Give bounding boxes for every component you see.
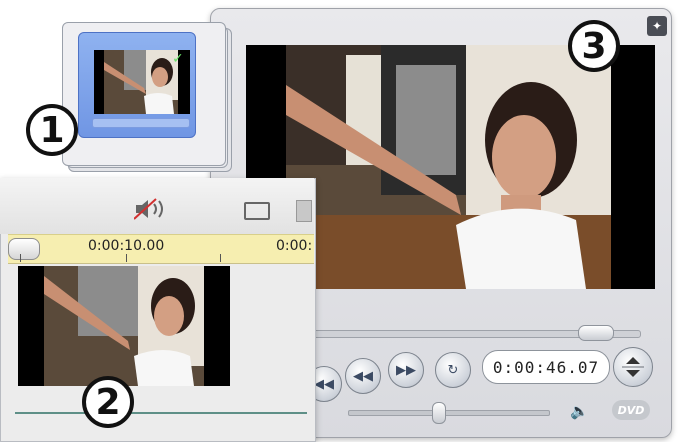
go-to-start-icon: ◀◀ xyxy=(314,376,334,392)
callout-3: 3 xyxy=(568,20,620,72)
loop-icon: ↻ xyxy=(447,362,459,378)
timeline-clip-image xyxy=(44,266,204,386)
split-clip-icon[interactable] xyxy=(244,202,270,220)
speaker-icon[interactable]: 🔈 xyxy=(570,402,589,420)
callout-2: 2 xyxy=(82,376,134,428)
checkmark-icon: ✓ xyxy=(172,51,184,67)
volume-slider-handle[interactable] xyxy=(432,402,446,424)
playhead-handle[interactable] xyxy=(8,238,40,260)
ruler-tick xyxy=(126,254,127,262)
dvd-button[interactable]: DVD xyxy=(612,400,650,420)
ruler-label-10s: 0:00:10.00 xyxy=(88,238,165,254)
rewind-button[interactable]: ◀◀ xyxy=(345,358,381,394)
timecode-spinner[interactable] xyxy=(613,347,653,387)
ruler-label-next: 0:00: xyxy=(276,238,313,254)
scrubber-handle[interactable] xyxy=(578,325,614,341)
volume-slider-track[interactable] xyxy=(348,410,550,416)
speaker-muted-icon[interactable] xyxy=(133,197,174,221)
timecode-display[interactable]: 0:00:46.07 xyxy=(482,350,610,384)
fast-forward-icon: ▶▶ xyxy=(396,362,416,378)
timeline-track-line xyxy=(15,412,307,414)
rewind-icon: ◀◀ xyxy=(353,368,373,384)
ruler-tick xyxy=(20,254,21,262)
timeline-clip[interactable] xyxy=(18,266,230,386)
callout-1: 1 xyxy=(26,104,78,156)
fast-forward-button[interactable]: ▶▶ xyxy=(388,352,424,388)
album-clip-bar xyxy=(92,118,190,128)
trash-icon[interactable] xyxy=(296,200,312,222)
ruler-tick xyxy=(220,254,221,262)
pin-icon[interactable]: ✦ xyxy=(647,16,667,36)
loop-button[interactable]: ↻ xyxy=(435,352,471,388)
